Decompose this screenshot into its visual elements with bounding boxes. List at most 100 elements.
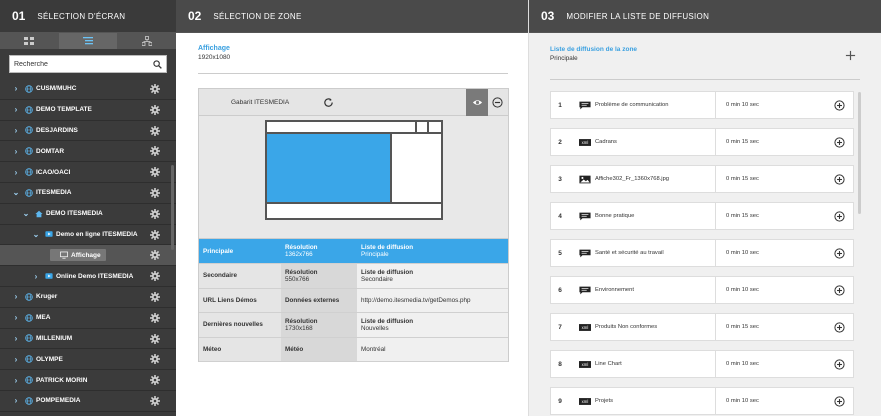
zone-row[interactable]: Méteo Météo Montréal bbox=[199, 337, 508, 362]
zone-row[interactable]: URL Liens Démos Données externes http://de… bbox=[199, 288, 508, 313]
remove-icon[interactable] bbox=[492, 97, 503, 108]
add-circle-icon[interactable] bbox=[834, 248, 845, 259]
tree-item[interactable]: › MILLENIUM bbox=[0, 329, 176, 350]
tree-view-tab[interactable] bbox=[58, 33, 118, 49]
chevron-right-icon[interactable]: › bbox=[12, 168, 20, 177]
playlist-info: Liste de diffusion de la zone Principale bbox=[550, 33, 860, 80]
zone-property-value: 1362x766 bbox=[285, 251, 313, 258]
add-circle-icon[interactable] bbox=[834, 285, 845, 296]
gear-icon[interactable] bbox=[150, 146, 160, 157]
zone-row[interactable]: Principale Résolution 1362x766 Liste de dif… bbox=[199, 239, 508, 264]
chevron-right-icon[interactable]: › bbox=[32, 272, 40, 281]
playlist-item[interactable]: 4 Bonne pratique 0 min 15 sec bbox=[550, 202, 854, 230]
tree-item-label: DOMTAR bbox=[36, 147, 65, 155]
add-circle-icon[interactable] bbox=[834, 174, 845, 185]
chevron-down-icon[interactable]: ⌄ bbox=[22, 209, 30, 218]
chevron-right-icon[interactable]: › bbox=[12, 396, 20, 405]
chevron-right-icon[interactable]: › bbox=[12, 147, 20, 156]
gear-icon[interactable] bbox=[150, 333, 160, 344]
tree-item[interactable]: › CUSM/MUHC bbox=[0, 79, 176, 100]
tree-item[interactable]: › DESJARDINS bbox=[0, 121, 176, 142]
tree-item[interactable]: Affichage bbox=[0, 245, 176, 267]
gear-icon[interactable] bbox=[150, 84, 160, 94]
tree-item[interactable]: › DOMTAR bbox=[0, 141, 176, 163]
tree-item[interactable]: ⌄ DEMO ITESMEDIA bbox=[0, 204, 176, 225]
playlist-item[interactable]: 2 xml Cadrans 0 min 15 sec bbox=[550, 128, 854, 156]
tree-item[interactable]: › PATRICK MORIN bbox=[0, 370, 176, 391]
chevron-down-icon[interactable]: ⌄ bbox=[12, 188, 20, 197]
gear-icon[interactable] bbox=[150, 395, 160, 406]
zone-principale[interactable] bbox=[266, 133, 391, 203]
add-circle-icon[interactable] bbox=[834, 322, 845, 333]
add-circle-icon[interactable] bbox=[834, 137, 845, 148]
playlist-item[interactable]: 3 Affiche302_Fr_1360x768.jpg 0 min 15 sec bbox=[550, 165, 854, 193]
tree-item-label: Affichage bbox=[71, 251, 101, 259]
tree-item[interactable]: › MEA bbox=[0, 308, 176, 329]
sidebar-scrollbar[interactable] bbox=[171, 165, 174, 250]
gear-icon[interactable] bbox=[150, 125, 160, 136]
item-type: xml bbox=[577, 323, 592, 332]
playlist-scrollbar[interactable] bbox=[858, 92, 861, 214]
gear-icon[interactable] bbox=[150, 167, 160, 178]
playlist-item[interactable]: 6 Environnement 0 min 10 sec bbox=[550, 276, 854, 304]
zone-meteo[interactable] bbox=[416, 121, 428, 133]
gear-icon[interactable] bbox=[150, 104, 160, 115]
gear-icon[interactable] bbox=[150, 354, 160, 365]
chevron-right-icon[interactable]: › bbox=[12, 105, 20, 114]
gear-icon[interactable] bbox=[150, 250, 160, 261]
chevron-down-icon[interactable]: ⌄ bbox=[32, 230, 40, 239]
zone-nouvelles[interactable] bbox=[266, 203, 442, 219]
zone-name: URL Liens Démos bbox=[199, 288, 281, 313]
hierarchy-icon bbox=[141, 36, 152, 46]
search-input[interactable] bbox=[14, 60, 153, 68]
svg-text:xml: xml bbox=[581, 399, 588, 404]
chevron-right-icon[interactable]: › bbox=[12, 376, 20, 385]
gear-icon[interactable] bbox=[150, 312, 160, 323]
tree-item[interactable]: › OLYMPE bbox=[0, 349, 176, 371]
display-info: Affichage 1920x1080 bbox=[176, 33, 528, 61]
add-circle-icon[interactable] bbox=[834, 359, 845, 370]
zone-secondaire[interactable] bbox=[391, 133, 442, 203]
playlist-item[interactable]: 9 xml Projets 0 min 10 sec bbox=[550, 387, 854, 415]
gear-icon[interactable] bbox=[150, 291, 160, 302]
chevron-right-icon[interactable]: › bbox=[12, 84, 20, 93]
search-icon[interactable] bbox=[153, 59, 162, 69]
chevron-right-icon[interactable]: › bbox=[12, 334, 20, 343]
chevron-right-icon[interactable]: › bbox=[12, 292, 20, 301]
zone-row[interactable]: Secondaire Résolution 550x766 Liste de diff… bbox=[199, 263, 508, 289]
playlist-item[interactable]: 7 xml Produits Non conformes 0 min 15 sec bbox=[550, 313, 854, 341]
add-circle-icon[interactable] bbox=[834, 211, 845, 222]
tree-item[interactable]: › DEMO TEMPLATE bbox=[0, 100, 176, 121]
playlist-item[interactable]: 8 xml Line Chart 0 min 10 sec bbox=[550, 350, 854, 378]
zone-property-label: Météo bbox=[285, 345, 304, 353]
tree-item[interactable]: › POMPEMEDIA bbox=[0, 391, 176, 412]
playlist-item[interactable]: 1 Problème de communication 0 min 10 sec bbox=[550, 91, 854, 119]
gear-icon[interactable] bbox=[150, 187, 160, 198]
zone-url-liens[interactable] bbox=[266, 121, 416, 133]
tree-item[interactable]: › Online Demo ITESMEDIA bbox=[0, 266, 176, 287]
hierarchy-view-tab[interactable] bbox=[117, 33, 176, 49]
zone-row[interactable]: Dernières nouvelles Résolution 1730x168 Lis… bbox=[199, 312, 508, 338]
zone-extra[interactable] bbox=[428, 121, 442, 133]
item-index: 4 bbox=[558, 212, 562, 220]
chevron-right-icon[interactable]: › bbox=[12, 313, 20, 322]
gear-icon[interactable] bbox=[150, 271, 160, 282]
tree-item[interactable]: › Kruger bbox=[0, 287, 176, 308]
gear-icon[interactable] bbox=[150, 208, 160, 219]
zone-playlist: Liste de diffusion Secondaire bbox=[357, 263, 508, 289]
playlist-item[interactable]: 5 Santé et sécurité au travail 0 min 10 se… bbox=[550, 239, 854, 267]
add-circle-icon[interactable] bbox=[834, 100, 845, 111]
add-circle-icon[interactable] bbox=[834, 396, 845, 407]
grid-view-tab[interactable] bbox=[0, 33, 59, 49]
tree-item[interactable]: › ICAO/OACI bbox=[0, 162, 176, 183]
preview-toggle-button[interactable] bbox=[466, 89, 488, 116]
chevron-right-icon[interactable]: › bbox=[12, 126, 20, 135]
gear-icon[interactable] bbox=[150, 375, 160, 386]
tree-item[interactable]: ⌄ ITESMEDIA bbox=[0, 183, 176, 204]
add-content-icon[interactable] bbox=[845, 50, 856, 61]
refresh-icon[interactable] bbox=[323, 97, 334, 108]
home-icon bbox=[35, 210, 43, 217]
tree-item[interactable]: ⌄ Demo en ligne ITESMEDIA bbox=[0, 225, 176, 246]
chevron-right-icon[interactable]: › bbox=[12, 355, 20, 364]
gear-icon[interactable] bbox=[150, 229, 160, 240]
